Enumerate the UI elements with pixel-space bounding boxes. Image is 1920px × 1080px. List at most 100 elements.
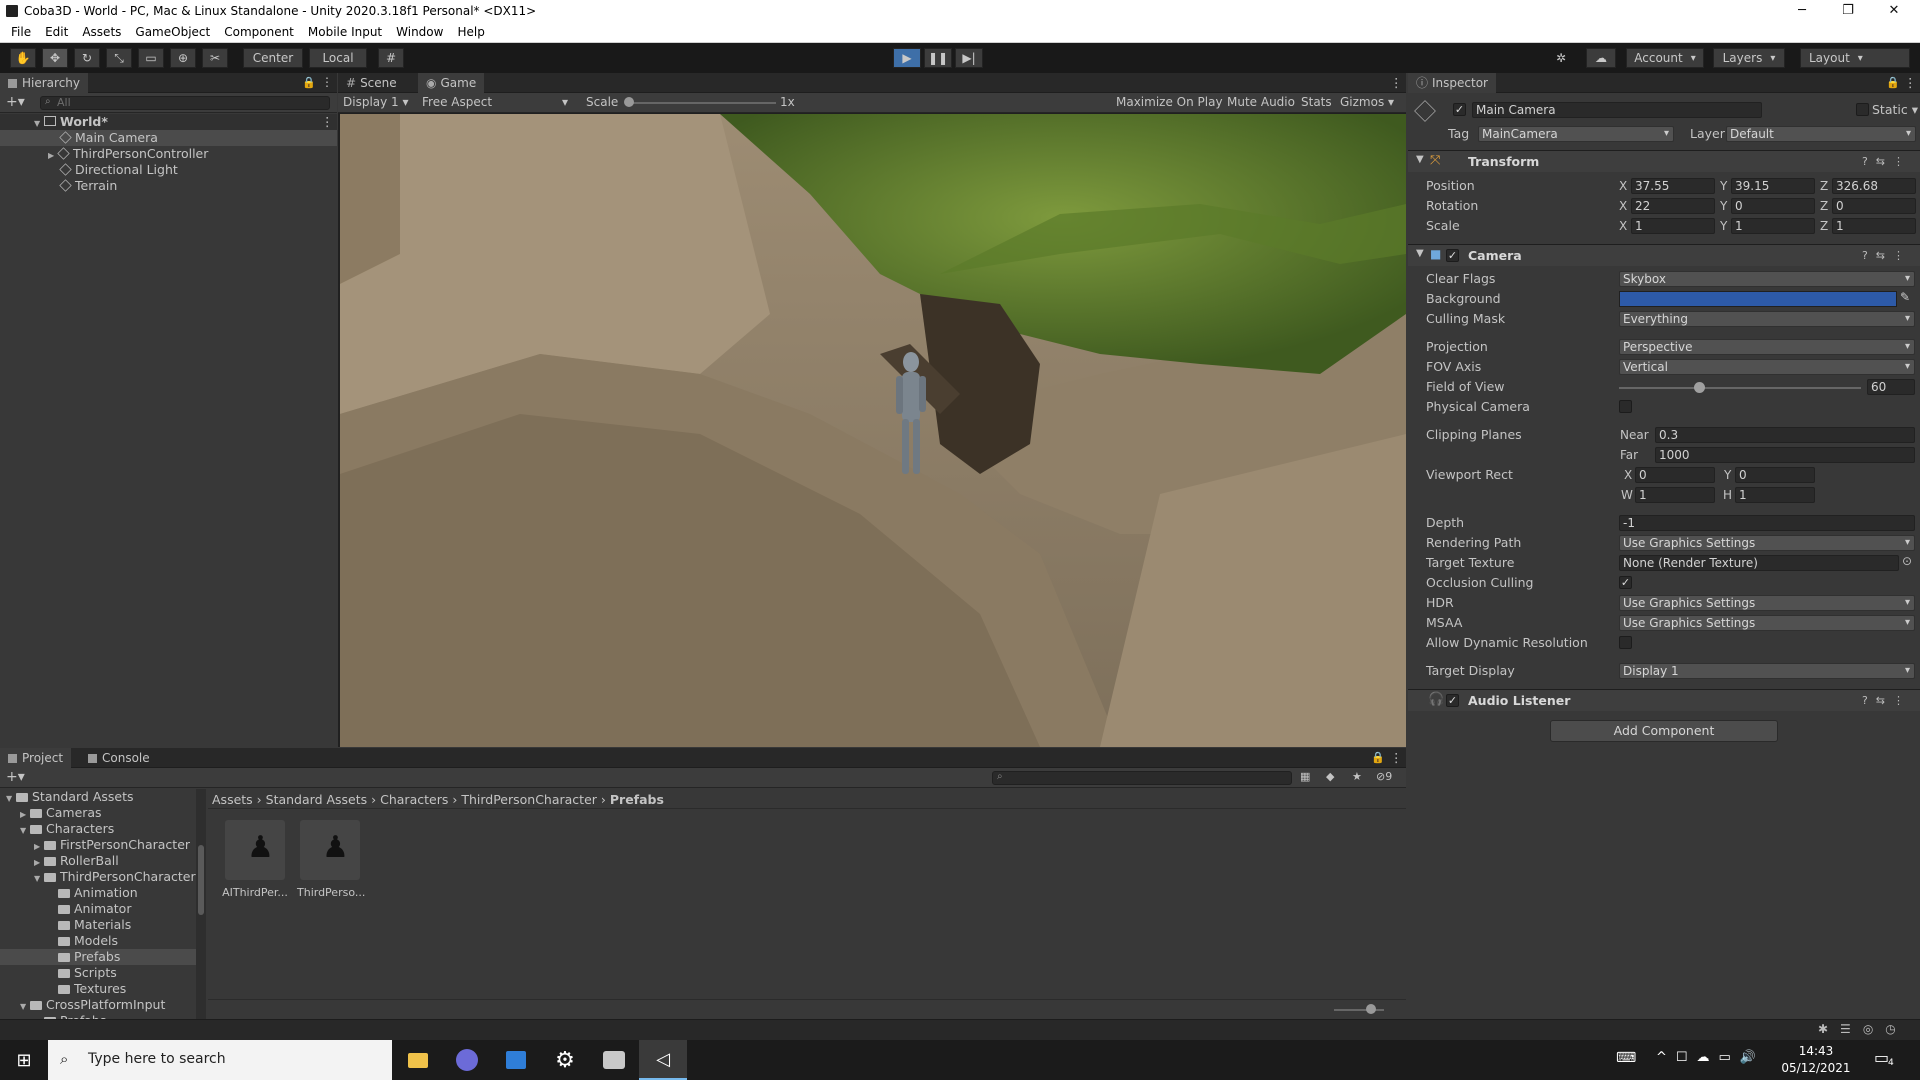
fov-axis-dropdown[interactable]: Vertical — [1619, 359, 1915, 375]
tab-hierarchy[interactable]: Hierarchy — [0, 73, 89, 93]
folder-tree-item[interactable]: ▼ Characters — [0, 821, 196, 837]
custom-tool-icon[interactable]: ✂ — [202, 48, 228, 68]
projection-dropdown[interactable]: Perspective — [1619, 339, 1915, 355]
rotation-z-field[interactable]: 0 — [1832, 198, 1916, 214]
folder-tree-item[interactable]: ▶ FirstPersonCharacter — [0, 837, 196, 853]
viewport-h-field[interactable]: 1 — [1735, 487, 1815, 503]
display-dropdown[interactable]: Display 1 ▾ — [343, 95, 409, 109]
transform-tool-icon[interactable]: ⊕ — [170, 48, 196, 68]
asset-name[interactable]: ThirdPerso... — [297, 886, 365, 899]
rotation-x-field[interactable]: 22 — [1631, 198, 1715, 214]
scene-menu-icon[interactable]: ⋮ — [321, 114, 334, 130]
tab-game[interactable]: ◉ Game — [418, 73, 485, 93]
aspect-dropdown[interactable]: Free Aspect ▾ — [422, 95, 572, 109]
scene-row[interactable]: ▼ World* ⋮ — [0, 114, 337, 130]
rendering-path-dropdown[interactable]: Use Graphics Settings — [1619, 535, 1915, 551]
step-button[interactable]: ▶| — [955, 48, 983, 68]
camera-header[interactable]: ▼ ■ ✓ Camera ?⇆⋮ — [1408, 244, 1920, 266]
tab-project[interactable]: Project — [0, 748, 72, 768]
camera-enabled-checkbox[interactable]: ✓ — [1446, 249, 1459, 262]
status-icons[interactable]: ✱☰◎◷ — [1818, 1022, 1908, 1036]
add-icon[interactable]: +▾ — [6, 94, 25, 110]
viewport-w-field[interactable]: 1 — [1635, 487, 1715, 503]
filter-label-icon[interactable]: ◆ — [1326, 770, 1334, 783]
notification-center-icon[interactable]: ▭ 4 — [1874, 1048, 1900, 1072]
favorites-star-icon[interactable]: ★ — [1352, 770, 1362, 783]
occlusion-culling-checkbox[interactable]: ✓ — [1619, 576, 1632, 589]
lock-icon[interactable]: 🔒 — [1886, 76, 1900, 89]
pivot-center-button[interactable]: Center — [243, 48, 303, 68]
folder-tree-item[interactable]: Scripts — [0, 965, 196, 981]
static-checkbox[interactable] — [1856, 103, 1869, 116]
position-y-field[interactable]: 39.15 — [1731, 178, 1815, 194]
breadcrumb-item[interactable]: Assets — [212, 792, 253, 807]
more-options-icon[interactable]: ⋮ — [321, 75, 333, 89]
project-search-input[interactable] — [992, 771, 1292, 785]
layers-dropdown[interactable]: Layers — [1713, 48, 1785, 68]
object-picker-icon[interactable]: ⊙ — [1902, 554, 1912, 568]
hdr-dropdown[interactable]: Use Graphics Settings — [1619, 595, 1915, 611]
outlook-icon[interactable] — [492, 1040, 540, 1080]
discord-icon[interactable] — [443, 1040, 491, 1080]
breadcrumb-item[interactable]: Characters — [380, 792, 448, 807]
game-viewport[interactable] — [340, 114, 1406, 747]
gizmos-dropdown[interactable]: Gizmos ▾ — [1340, 95, 1394, 109]
windows-start-icon[interactable]: ⊞ — [0, 1040, 48, 1080]
hidden-packages-icon[interactable]: ⊘9 — [1376, 770, 1392, 783]
layer-dropdown[interactable]: Default — [1726, 126, 1916, 142]
menu-edit[interactable]: Edit — [38, 25, 75, 39]
move-tool-icon[interactable]: ✥ — [42, 48, 68, 68]
scale-z-field[interactable]: 1 — [1832, 218, 1916, 234]
taskbar-search-input[interactable]: ⌕ Type here to search — [48, 1040, 392, 1080]
component-menu-icons[interactable]: ?⇆⋮ — [1862, 155, 1912, 168]
breadcrumb-item[interactable]: ThirdPersonCharacter — [461, 792, 597, 807]
clear-flags-dropdown[interactable]: Skybox — [1619, 271, 1915, 287]
culling-mask-dropdown[interactable]: Everything — [1619, 311, 1915, 327]
position-z-field[interactable]: 326.68 — [1832, 178, 1916, 194]
msaa-dropdown[interactable]: Use Graphics Settings — [1619, 615, 1915, 631]
position-x-field[interactable]: 37.55 — [1631, 178, 1715, 194]
pause-button[interactable]: ❚❚ — [924, 48, 952, 68]
component-menu-icons[interactable]: ?⇆⋮ — [1862, 694, 1912, 707]
account-dropdown[interactable]: Account — [1626, 48, 1704, 68]
asset-thumbnail[interactable]: ♟ — [225, 820, 285, 880]
folder-tree-item[interactable]: ▶ RollerBall — [0, 853, 196, 869]
unity-hub-icon[interactable] — [590, 1040, 638, 1080]
audio-listener-header[interactable]: 🎧 ✓ Audio Listener ?⇆⋮ — [1408, 689, 1920, 711]
hierarchy-item[interactable]: Directional Light — [0, 162, 337, 178]
more-options-icon[interactable]: ⋮ — [1904, 75, 1917, 90]
menu-help[interactable]: Help — [450, 25, 491, 39]
layout-dropdown[interactable]: Layout — [1800, 48, 1910, 68]
tab-scene[interactable]: # Scene — [338, 73, 405, 93]
more-options-icon[interactable]: ⋮ — [1390, 75, 1403, 90]
maximize-button[interactable]: ❐ — [1826, 0, 1870, 21]
target-display-dropdown[interactable]: Display 1 — [1619, 663, 1915, 679]
collab-icon[interactable]: ✲ — [1548, 48, 1574, 68]
dynamic-resolution-checkbox[interactable] — [1619, 636, 1632, 649]
background-color-field[interactable] — [1619, 291, 1897, 307]
lock-icon[interactable]: 🔒 — [302, 76, 316, 89]
zoom-slider-handle[interactable] — [1366, 1004, 1376, 1014]
folder-tree-item[interactable]: Textures — [0, 981, 196, 997]
collapse-arrow-icon[interactable]: ▼ — [1416, 248, 1424, 259]
folder-tree-item[interactable]: Animator — [0, 901, 196, 917]
asset-name[interactable]: AIThirdPer... — [222, 886, 288, 899]
maximize-on-play-toggle[interactable]: Maximize On Play — [1116, 95, 1223, 109]
hierarchy-item[interactable]: Main Camera — [0, 130, 337, 146]
settings-gear-icon[interactable]: ⚙ — [541, 1040, 589, 1080]
zoom-slider-track[interactable] — [1334, 1009, 1384, 1011]
scale-x-field[interactable]: 1 — [1631, 218, 1715, 234]
pivot-local-button[interactable]: Local — [309, 48, 367, 68]
object-name-field[interactable]: Main Camera — [1472, 102, 1762, 118]
minimize-button[interactable]: ─ — [1780, 0, 1824, 21]
rotation-y-field[interactable]: 0 — [1731, 198, 1815, 214]
folder-tree-item[interactable]: ▼ ThirdPersonCharacter — [0, 869, 196, 885]
breadcrumb-trail[interactable]: Assets › Standard Assets › Characters › … — [212, 792, 664, 807]
rotate-tool-icon[interactable]: ↻ — [74, 48, 100, 68]
menu-file[interactable]: File — [4, 25, 38, 39]
static-dropdown[interactable]: Static ▾ — [1872, 102, 1918, 117]
menu-window[interactable]: Window — [389, 25, 450, 39]
tab-console[interactable]: Console — [80, 748, 158, 768]
more-options-icon[interactable]: ⋮ — [1390, 750, 1403, 765]
tag-dropdown[interactable]: MainCamera — [1478, 126, 1674, 142]
